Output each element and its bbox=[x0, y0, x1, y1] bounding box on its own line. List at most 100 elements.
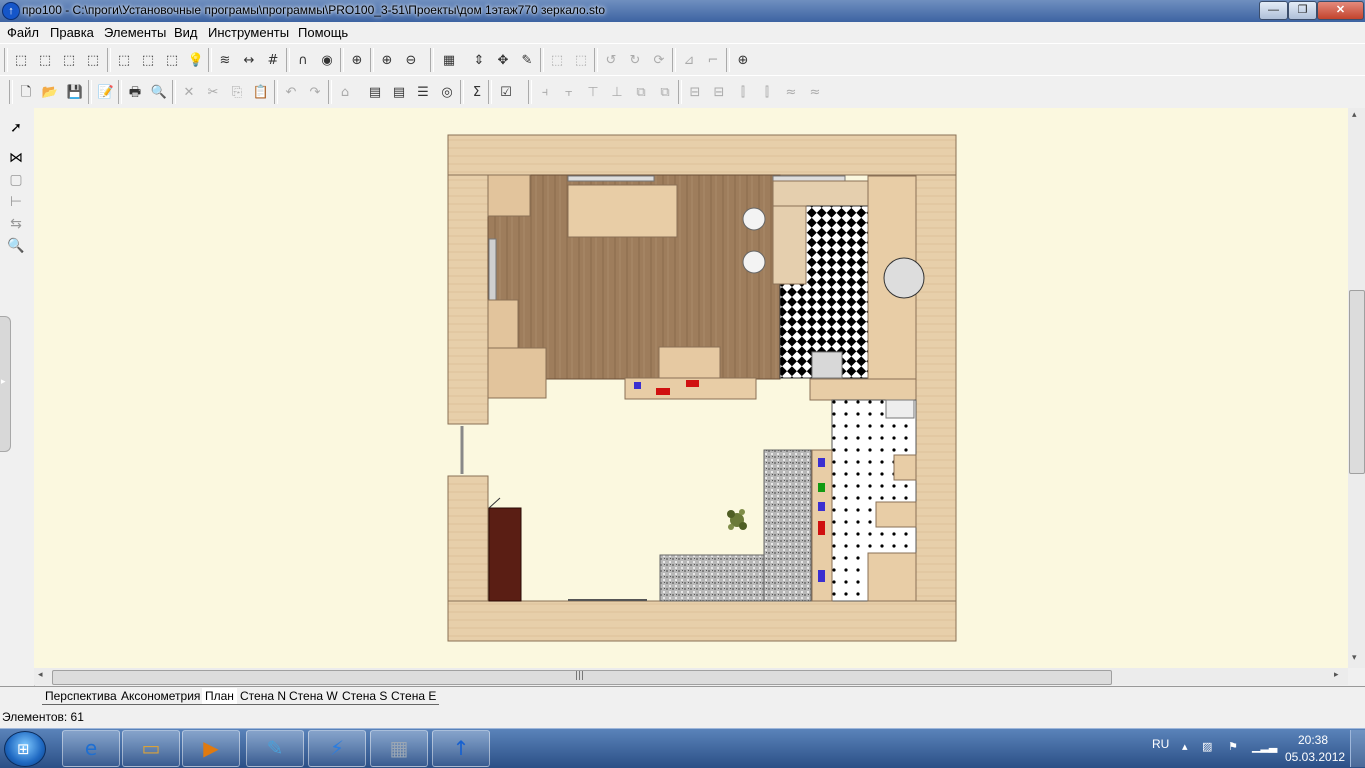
arrange-icon[interactable]: ⇆ bbox=[6, 214, 26, 234]
undo-icon[interactable]: ↶ bbox=[282, 84, 300, 102]
redo-icon[interactable]: ↷ bbox=[306, 84, 324, 102]
move-icon[interactable]: ✥ bbox=[494, 52, 512, 70]
catalog2-icon[interactable]: ▤ bbox=[390, 84, 408, 102]
align-icon-2[interactable]: ⫟ bbox=[560, 84, 578, 102]
kitchen-counter-2[interactable] bbox=[772, 205, 807, 285]
marker-blue-2[interactable] bbox=[818, 458, 825, 467]
align-icon-9[interactable]: ⫿ bbox=[734, 84, 752, 102]
taskbar-app-button[interactable]: ⚡ bbox=[308, 730, 366, 767]
cabinet-left-2[interactable] bbox=[487, 347, 547, 399]
group-icon[interactable]: ⬚ bbox=[548, 52, 566, 70]
menu-view[interactable]: Вид bbox=[174, 25, 198, 40]
wall-icon[interactable]: ⋈ bbox=[6, 148, 26, 168]
marker-blue-1[interactable] bbox=[634, 382, 641, 389]
align-icon-6[interactable]: ⧉ bbox=[656, 84, 674, 102]
marker-red-1[interactable] bbox=[656, 388, 670, 395]
edit-icon[interactable]: ✎ bbox=[518, 52, 536, 70]
tab-wall-w[interactable]: Стена W bbox=[286, 688, 341, 705]
plant-icon[interactable] bbox=[727, 509, 747, 530]
clock-time[interactable]: 20:38 bbox=[1298, 733, 1328, 747]
wall-west-upper[interactable] bbox=[447, 174, 489, 425]
select-grid-icon[interactable]: ▦ bbox=[440, 52, 458, 70]
kitchen-wall-strip[interactable] bbox=[772, 180, 872, 207]
bath-fixture-3[interactable] bbox=[867, 552, 917, 602]
catalog-icon[interactable]: ▤ bbox=[366, 84, 384, 102]
rotate-left-icon[interactable]: ↺ bbox=[602, 52, 620, 70]
taskbar-app-button[interactable]: ▶ bbox=[182, 730, 240, 767]
menu-help[interactable]: Помощь bbox=[298, 25, 348, 40]
zoom-out-icon[interactable]: ⊖ bbox=[402, 52, 420, 70]
target-icon[interactable]: ⊕ bbox=[348, 52, 366, 70]
show-desktop-button[interactable] bbox=[1350, 730, 1365, 767]
texture-icon[interactable]: ≋ bbox=[216, 52, 234, 70]
plan-canvas[interactable] bbox=[34, 108, 1348, 668]
menu-edit[interactable]: Правка bbox=[50, 25, 94, 40]
scroll-down-arrow[interactable]: ▾ bbox=[1352, 653, 1357, 663]
staircase-vertical[interactable] bbox=[763, 449, 812, 602]
list-icon[interactable]: ☰ bbox=[414, 84, 432, 102]
table[interactable] bbox=[567, 184, 678, 238]
paste-icon[interactable]: 📋 bbox=[252, 84, 270, 102]
view-3d-icon-4[interactable]: ⬚ bbox=[84, 52, 102, 70]
wall-west-lower[interactable] bbox=[447, 475, 489, 602]
floor-plan[interactable] bbox=[447, 134, 957, 642]
kitchen-bottom-ledge[interactable] bbox=[809, 378, 917, 401]
checklist-icon[interactable]: ☑ bbox=[497, 84, 515, 102]
ungroup-icon[interactable]: ⬚ bbox=[572, 52, 590, 70]
bath-fixture-1[interactable] bbox=[893, 454, 917, 481]
view-3d-icon-5[interactable]: ⬚ bbox=[115, 52, 133, 70]
box-icon[interactable]: ▢ bbox=[6, 170, 26, 190]
cabinet-top-left[interactable] bbox=[487, 174, 531, 217]
spiral-stair[interactable] bbox=[883, 257, 925, 299]
copy-icon[interactable]: ⎘ bbox=[228, 84, 246, 102]
new-file-icon[interactable]: 🗋 bbox=[17, 84, 35, 102]
distribute-icon[interactable]: ⊢ bbox=[6, 192, 26, 212]
tab-plan[interactable]: План bbox=[202, 688, 237, 705]
magnet-icon[interactable]: ∩ bbox=[294, 52, 312, 70]
help-target-icon[interactable]: ⊕ bbox=[734, 52, 752, 70]
scroll-left-arrow[interactable]: ◂ bbox=[38, 670, 43, 680]
tab-wall-s[interactable]: Стена S bbox=[339, 688, 391, 705]
sofa[interactable] bbox=[658, 346, 721, 380]
wall-north[interactable] bbox=[447, 134, 957, 176]
taskbar-app-button[interactable]: ↑ bbox=[432, 730, 490, 767]
zoom-tool-icon[interactable]: 🔍 bbox=[6, 236, 26, 256]
show-hidden-icon[interactable]: ▴ bbox=[1182, 740, 1188, 753]
corner-icon[interactable]: ⌐ bbox=[704, 52, 722, 70]
minimize-button[interactable]: — bbox=[1259, 1, 1288, 20]
language-indicator[interactable]: RU bbox=[1152, 737, 1169, 751]
bath-fixture-2[interactable] bbox=[875, 501, 917, 528]
grid-icon[interactable]: # bbox=[264, 52, 282, 70]
cut-icon[interactable]: ✂ bbox=[204, 84, 222, 102]
network-icon[interactable]: ▨ bbox=[1202, 740, 1212, 753]
taskbar-app-button[interactable]: ▦ bbox=[370, 730, 428, 767]
cabinet-left-1[interactable] bbox=[487, 299, 519, 349]
marker-blue-4[interactable] bbox=[818, 570, 825, 582]
align-icon-3[interactable]: ⊤ bbox=[584, 84, 602, 102]
save-icon[interactable]: 💾 bbox=[66, 84, 84, 102]
marker-red-2[interactable] bbox=[686, 380, 699, 387]
marker-blue-3[interactable] bbox=[818, 502, 825, 511]
open-folder-icon[interactable]: 📂 bbox=[41, 84, 59, 102]
properties-icon[interactable]: 📝 bbox=[97, 84, 115, 102]
view-3d-icon-7[interactable]: ⬚ bbox=[163, 52, 181, 70]
print-preview-icon[interactable]: 🔍 bbox=[150, 84, 168, 102]
light-bulb-icon[interactable]: 💡 bbox=[187, 52, 205, 70]
marker-red-3[interactable] bbox=[818, 521, 825, 535]
app-icon[interactable]: ↑ bbox=[2, 2, 20, 20]
close-button[interactable]: ✕ bbox=[1317, 1, 1364, 20]
align-icon-1[interactable]: ⫞ bbox=[536, 84, 554, 102]
align-icon-7[interactable]: ⊟ bbox=[686, 84, 704, 102]
staircase-horizontal[interactable] bbox=[659, 554, 765, 602]
taskbar-app-button[interactable]: e bbox=[62, 730, 120, 767]
taskbar-app-button[interactable]: ▭ bbox=[122, 730, 180, 767]
align-icon-12[interactable]: ≈ bbox=[806, 84, 824, 102]
zoom-in-icon[interactable]: ⊕ bbox=[378, 52, 396, 70]
menu-file[interactable]: Файл bbox=[7, 25, 39, 40]
print-icon[interactable]: 🖶 bbox=[126, 84, 144, 102]
dimension-icon[interactable]: ↔ bbox=[240, 52, 258, 70]
rotate-right-icon[interactable]: ↻ bbox=[626, 52, 644, 70]
render-icon[interactable]: ◉ bbox=[318, 52, 336, 70]
tab-wall-n[interactable]: Стена N bbox=[237, 688, 290, 705]
tab-axonometry[interactable]: Аксонометрия bbox=[118, 688, 204, 705]
